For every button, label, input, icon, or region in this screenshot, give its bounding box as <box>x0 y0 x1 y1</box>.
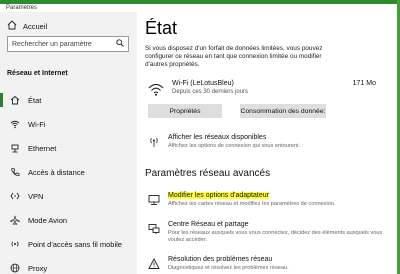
connection-subtitle: Depuis ces 30 derniers jours <box>172 89 249 95</box>
sharing-center-icon <box>148 222 160 234</box>
sidebar-item-label: Ethernet <box>28 143 57 153</box>
search-input[interactable]: Rechercher un paramètre <box>7 36 129 52</box>
home-label: Accueil <box>23 21 48 31</box>
sidebar-item-acces-distance[interactable]: Accès à distance <box>0 160 137 184</box>
home-network-icon <box>10 95 20 105</box>
sidebar-section-title: Réseau et Internet <box>7 70 68 77</box>
sidebar-item-label: Point d'accès sans fil mobile <box>28 239 122 249</box>
sidebar-item-label: État <box>28 95 42 105</box>
network-adapter-icon <box>148 193 160 205</box>
wifi-signal-icon <box>148 82 164 101</box>
option-subtitle: Affichez les cartes réseau et modifiez l… <box>168 201 336 207</box>
vpn-icon <box>10 191 20 201</box>
sidebar-item-label: Proxy <box>28 263 48 273</box>
sidebar-item-proxy[interactable]: Proxy <box>0 256 137 274</box>
option-title: Centre Réseau et partage <box>168 221 249 228</box>
main-content: État Si vous disposez d'un forfait de do… <box>145 18 395 271</box>
sidebar-item-label: VPN <box>28 191 44 201</box>
page-title: État <box>145 18 178 38</box>
window-frame-top <box>0 0 400 4</box>
globe-icon <box>10 263 20 273</box>
option-title: Modifier les options d'adaptateur <box>168 192 269 199</box>
sidebar-item-ethernet[interactable]: Ethernet <box>0 136 137 160</box>
home-icon <box>7 20 17 32</box>
hotspot-icon <box>10 239 20 249</box>
sidebar-item-mode-avion[interactable]: Mode Avion <box>0 208 137 232</box>
sidebar-item-vpn[interactable]: VPN <box>0 184 137 208</box>
phone-icon <box>10 167 20 177</box>
page-description: Si vous disposez d'un forfait de données… <box>145 45 323 69</box>
data-usage-amount: 171 Mo <box>352 80 376 87</box>
warning-icon <box>148 257 160 269</box>
option-subtitle: Pour les réseaux auxquels vous vous conn… <box>168 230 383 243</box>
data-usage-button[interactable]: Consommation des donnée: <box>240 104 326 118</box>
sidebar-item-label: Wi-Fi <box>28 119 46 129</box>
search-placeholder: Rechercher un paramètre <box>12 40 92 48</box>
option-subtitle: Affichez les options de connexion qui vo… <box>168 143 301 149</box>
antenna-icon <box>148 135 160 147</box>
sidebar-nav-list: État Wi-Fi Ethernet Accès à distance VPN… <box>0 88 137 274</box>
option-subtitle: Diagnostiquez et résolvez les problèmes … <box>168 265 289 271</box>
sidebar-item-point-acces[interactable]: Point d'accès sans fil mobile <box>0 232 137 256</box>
sidebar-item-label: Mode Avion <box>28 215 68 225</box>
home-nav-item[interactable]: Accueil <box>7 20 47 32</box>
window-title: Paramètres <box>6 5 38 11</box>
airplane-icon <box>10 215 20 225</box>
connection-status: Wi-Fi (LeLotusBleu) Depuis ces 30 dernie… <box>148 80 388 100</box>
ethernet-icon <box>10 143 20 153</box>
search-icon <box>116 39 124 49</box>
advanced-section-title: Paramètres réseau avancés <box>145 168 271 179</box>
sidebar-item-wifi[interactable]: Wi-Fi <box>0 112 137 136</box>
wifi-icon <box>10 119 20 129</box>
properties-button[interactable]: Propriétés <box>148 104 222 118</box>
connection-name: Wi-Fi (LeLotusBleu) <box>172 80 234 87</box>
sidebar-item-label: Accès à distance <box>28 167 85 177</box>
option-title: Afficher les réseaux disponibles <box>168 134 267 141</box>
sidebar-item-etat[interactable]: État <box>0 88 137 112</box>
option-title: Résolution des problèmes réseau <box>168 256 273 263</box>
